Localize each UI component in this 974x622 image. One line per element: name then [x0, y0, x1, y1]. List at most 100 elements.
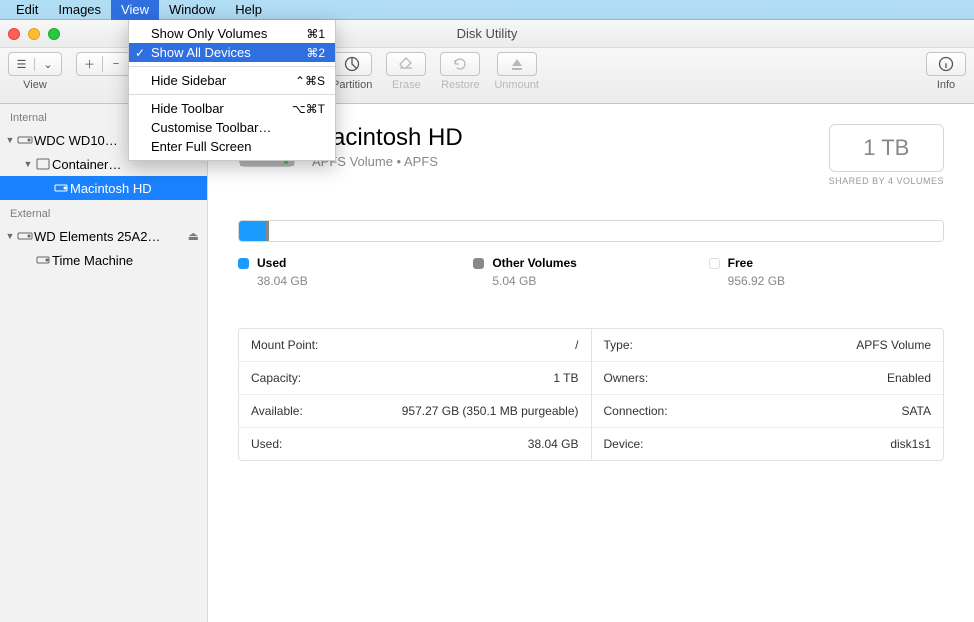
menuitem-label: Show Only Volumes: [151, 26, 267, 41]
detail-value: 1 TB: [553, 371, 578, 385]
legend-label: Used: [257, 256, 286, 270]
menu-window[interactable]: Window: [159, 0, 225, 20]
menuitem-label: Hide Sidebar: [151, 73, 226, 88]
detail-value: 957.27 GB (350.1 MB purgeable): [402, 404, 579, 418]
sidebar-item-time-machine[interactable]: Time Machine: [0, 248, 207, 272]
tool-info: Info: [926, 52, 966, 91]
menubar: Edit Images View Window Help: [0, 0, 974, 20]
info-icon: [938, 56, 954, 72]
erase-button[interactable]: [386, 52, 426, 76]
legend-label: Other Volumes: [492, 256, 576, 270]
content: Internal ▼ WDC WD10… ▼ Container… Macint…: [0, 104, 974, 622]
tool-label: Partition: [332, 79, 372, 91]
tool-restore: Restore: [440, 52, 480, 91]
view-mode-button[interactable]: ☰ ⌄: [8, 52, 62, 76]
restore-icon: [452, 56, 468, 72]
detail-key: Type:: [604, 338, 633, 352]
sidebar-heading-external: External: [0, 200, 207, 224]
harddrive-icon: [16, 134, 34, 146]
detail-key: Mount Point:: [251, 338, 318, 352]
menuitem-show-only-volumes[interactable]: Show Only Volumes ⌘1: [129, 24, 335, 43]
tool-volume: ＋ − Volume: [76, 52, 130, 91]
detail-key: Device:: [604, 437, 644, 451]
legend-value: 38.04 GB: [257, 274, 473, 288]
tool-label: Info: [937, 79, 955, 91]
detail-row-owners: Owners:Enabled: [592, 361, 944, 394]
menuitem-shortcut: ⌘2: [306, 46, 325, 60]
menu-view[interactable]: View: [111, 0, 159, 20]
menuitem-hide-toolbar[interactable]: Hide Toolbar ⌥⌘T: [129, 99, 335, 118]
minus-icon: −: [113, 58, 119, 70]
detail-key: Capacity:: [251, 371, 301, 385]
detail-row-available: Available: 957.27 GB (350.1 MB purgeable): [239, 394, 591, 427]
menuitem-shortcut: ⌘1: [306, 27, 325, 41]
menuitem-shortcut: ⌥⌘T: [292, 102, 325, 116]
capacity-display: 1 TB: [858, 135, 915, 161]
details-right-column: Type:APFS Volume Owners:Enabled Connecti…: [592, 329, 944, 460]
menu-edit[interactable]: Edit: [6, 0, 48, 20]
tool-label: View: [23, 79, 47, 91]
sidebar-item-label: Time Machine: [52, 253, 201, 268]
sidebar-item-macintosh-hd[interactable]: Macintosh HD: [0, 176, 207, 200]
info-button[interactable]: [926, 52, 966, 76]
menu-separator: [129, 66, 335, 67]
usage-segment-free: [269, 221, 943, 241]
menuitem-show-all-devices[interactable]: Show All Devices ⌘2: [129, 43, 335, 62]
menu-separator: [129, 94, 335, 95]
volume-icon: [52, 182, 70, 194]
disclosure-triangle-icon[interactable]: ▼: [4, 231, 16, 241]
legend-free: Free 956.92 GB: [709, 256, 944, 288]
detail-key: Connection:: [604, 404, 668, 418]
detail-key: Available:: [251, 404, 303, 418]
pie-icon: [344, 56, 360, 72]
tool-unmount: Unmount: [494, 52, 539, 91]
eject-icon[interactable]: ⏏: [186, 229, 201, 243]
detail-key: Used:: [251, 437, 282, 451]
detail-value: disk1s1: [890, 437, 931, 451]
legend-used: Used 38.04 GB: [238, 256, 473, 288]
disclosure-triangle-icon[interactable]: ▼: [22, 159, 34, 169]
shared-label: SHARED BY 4 VOLUMES: [829, 176, 944, 186]
detail-value: Enabled: [887, 371, 931, 385]
volume-header: Macintosh HD APFS Volume • APFS 1 TB SHA…: [238, 124, 944, 186]
plus-icon: ＋: [84, 56, 95, 72]
detail-value: SATA: [901, 404, 931, 418]
usage-bar: [238, 220, 944, 242]
menuitem-customise-toolbar[interactable]: Customise Toolbar…: [129, 118, 335, 137]
view-menu-dropdown: Show Only Volumes ⌘1 Show All Devices ⌘2…: [128, 20, 336, 161]
menu-images[interactable]: Images: [48, 0, 111, 20]
sidebar-item-label: WD Elements 25A2…: [34, 229, 186, 244]
menu-help[interactable]: Help: [225, 0, 272, 20]
menuitem-hide-sidebar[interactable]: Hide Sidebar ⌃⌘S: [129, 71, 335, 90]
menuitem-shortcut: ⌃⌘S: [295, 74, 325, 88]
tool-label: Restore: [441, 79, 480, 91]
partition-button[interactable]: [332, 52, 372, 76]
menuitem-enter-full-screen[interactable]: Enter Full Screen: [129, 137, 335, 156]
tool-label: Erase: [392, 79, 421, 91]
sidebar-item-external-drive[interactable]: ▼ WD Elements 25A2… ⏏: [0, 224, 207, 248]
detail-row-type: Type:APFS Volume: [592, 329, 944, 361]
detail-row-connection: Connection: SATA: [592, 394, 944, 427]
disclosure-triangle-icon[interactable]: ▼: [4, 135, 16, 145]
detail-value: 38.04 GB: [528, 437, 579, 451]
detail-value: /: [575, 338, 578, 352]
restore-button[interactable]: [440, 52, 480, 76]
container-icon: [34, 158, 52, 170]
external-drive-icon: [16, 230, 34, 242]
legend-other: Other Volumes 5.04 GB: [473, 256, 708, 288]
main-panel: Macintosh HD APFS Volume • APFS 1 TB SHA…: [208, 104, 974, 622]
volume-add-remove-button[interactable]: ＋ −: [76, 52, 130, 76]
sidebar: Internal ▼ WDC WD10… ▼ Container… Macint…: [0, 104, 208, 622]
details-table: Mount Point: / Capacity: 1 TB Available: 95…: [238, 328, 944, 461]
usage-segment-used: [239, 221, 266, 241]
legend-value: 5.04 GB: [492, 274, 708, 288]
menuitem-label: Hide Toolbar: [151, 101, 224, 116]
legend-value: 956.92 GB: [728, 274, 944, 288]
tool-label: Unmount: [494, 79, 539, 91]
tool-erase: Erase: [386, 52, 426, 91]
usage-legend: Used 38.04 GB Other Volumes 5.04 GB Free…: [238, 256, 944, 288]
tool-view: ☰ ⌄ View: [8, 52, 62, 91]
detail-row-used: Used: 38.04 GB: [239, 427, 591, 460]
legend-label: Free: [728, 256, 753, 270]
unmount-button[interactable]: [497, 52, 537, 76]
